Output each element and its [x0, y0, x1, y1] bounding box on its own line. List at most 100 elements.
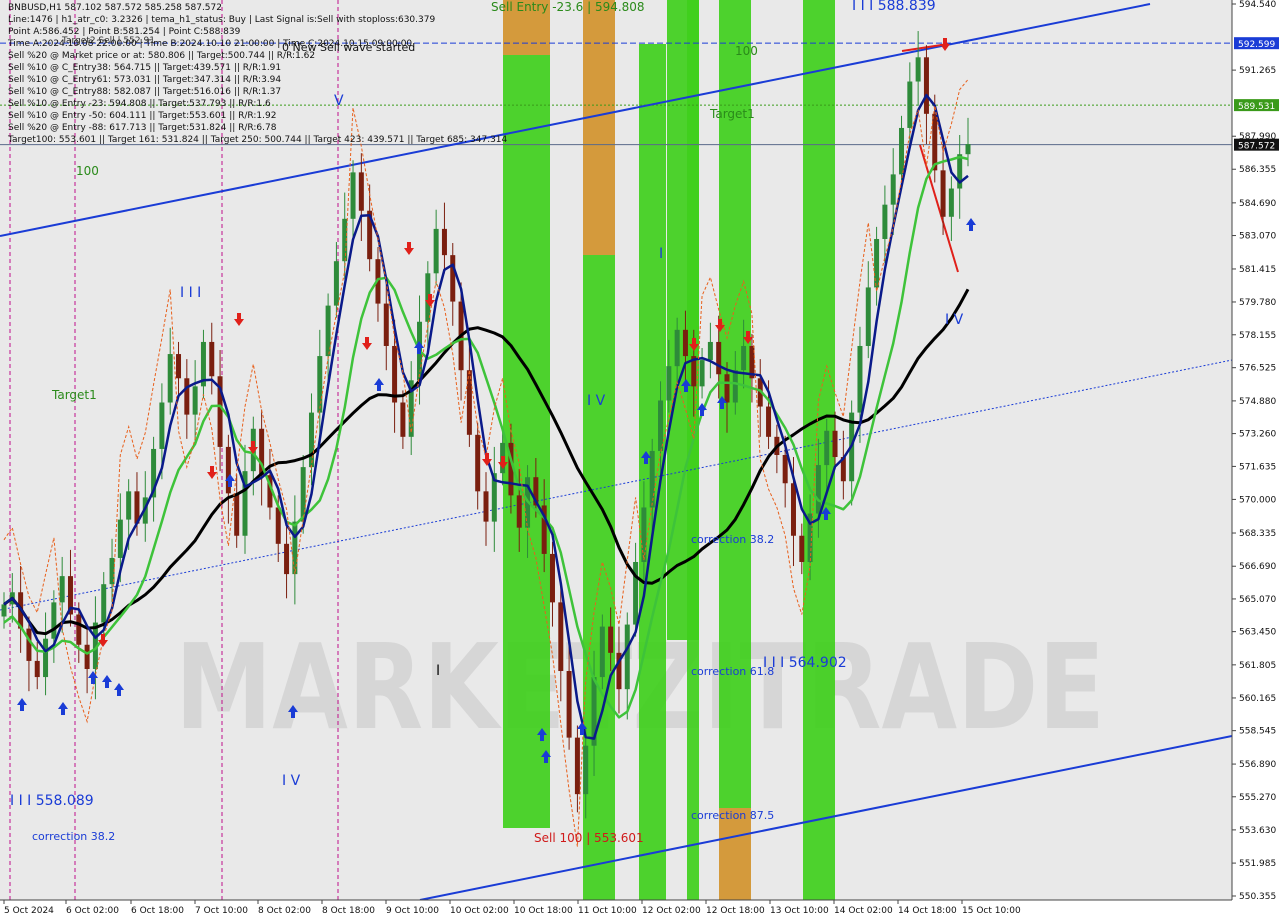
sell-line-1: Sell %20 @ Market price or at: 580.806 |… [8, 51, 316, 61]
candle-body [317, 356, 323, 413]
candle-body [716, 341, 722, 375]
time-tick-label: 14 Oct 18:00 [898, 906, 957, 916]
info-line: Line:1476 | h1_atr_c0: 3.2326 | tema_h1_… [8, 15, 436, 25]
wave-label: I [659, 246, 663, 262]
sell-line-7: Sell %20 @ Entry -88: 617.713 || Target:… [8, 123, 277, 133]
candle-body [475, 434, 481, 492]
targets-line: Target100: 553.601 || Target 161: 531.82… [8, 135, 508, 145]
candle-body [184, 378, 190, 415]
price-tick-label: 584.690 [1239, 199, 1276, 209]
target1-right-label: Target1 [709, 107, 755, 121]
candle-body [284, 543, 290, 575]
wave-label: I V [945, 312, 964, 328]
correction-61-label: correction 61.8 [691, 665, 774, 678]
time-tick-label: 12 Oct 02:00 [642, 906, 701, 916]
candle-body [682, 329, 688, 357]
sell-100-label: Sell 100 | 553.601 [534, 831, 644, 845]
time-tick-label: 7 Oct 10:00 [195, 906, 248, 916]
wave-label: I V [282, 773, 301, 789]
candle-body [176, 354, 182, 379]
signal-zone [503, 0, 550, 828]
candle-body [899, 127, 905, 175]
candle-body [574, 737, 580, 795]
time-tick-label: 10 Oct 02:00 [450, 906, 509, 916]
candle-body [234, 493, 240, 536]
correction-87-label: correction 87.5 [691, 809, 774, 822]
candle-body [790, 483, 796, 536]
price-tick-label: 561.805 [1239, 661, 1276, 671]
signal-zone [583, 0, 615, 255]
time-tick-label: 14 Oct 02:00 [834, 906, 893, 916]
candle-body [76, 614, 82, 645]
candle-body [923, 57, 929, 114]
candle-body [34, 660, 40, 678]
candle-body [400, 402, 406, 437]
candle-body [699, 360, 705, 387]
sell-entry-label: Sell Entry -23.6 | 594.808 [491, 0, 645, 14]
time-tick-label: 11 Oct 10:00 [578, 906, 637, 916]
candle-body [167, 354, 173, 403]
sell-line-2: Sell %10 @ C_Entry38: 564.715 || Target:… [8, 63, 282, 73]
price-tick-label: 551.985 [1239, 859, 1276, 869]
level-100-right: 100 [735, 44, 758, 58]
price-tick-label: 574.880 [1239, 397, 1276, 407]
candle-body [1, 604, 7, 617]
price-tick-label: 553.630 [1239, 826, 1276, 836]
candle-body [516, 495, 522, 528]
price-tick-label: 558.545 [1239, 727, 1276, 737]
candle-body [641, 507, 647, 562]
candle-body [666, 366, 672, 401]
wave-label: I I I 588.839 [852, 0, 936, 14]
candle-body [26, 628, 32, 661]
candle-body [43, 638, 49, 678]
candle-body [383, 303, 389, 346]
candle-body [101, 584, 107, 623]
candle-body [815, 465, 821, 514]
time-tick-label: 8 Oct 18:00 [322, 906, 375, 916]
candle-body [209, 341, 215, 377]
candle-body [483, 491, 489, 522]
price-tick-label: 581.415 [1239, 265, 1276, 275]
price-tick-label: 591.265 [1239, 66, 1276, 76]
candle-body [292, 521, 298, 575]
price-tick-label: 573.260 [1239, 430, 1276, 440]
sell-line-6: Sell %10 @ Entry -50: 604.111 || Target:… [8, 111, 277, 121]
price-tick-label: 579.780 [1239, 298, 1276, 308]
price-tick-label: 583.070 [1239, 232, 1276, 242]
price-tick-label: 586.355 [1239, 165, 1276, 175]
candle-body [433, 228, 439, 274]
price-tag-label: 587.572 [1238, 142, 1275, 152]
candle-body [932, 113, 938, 171]
candle-body [940, 170, 946, 217]
candle-body [466, 370, 472, 435]
candle-body [558, 602, 564, 672]
points-line: Point A:586.452 | Point B:581.254 | Poin… [8, 27, 241, 37]
candle-body [658, 400, 664, 451]
correction-38-left-label: correction 38.2 [32, 830, 115, 843]
candle-body [51, 602, 57, 639]
sell-line-3: Sell %10 @ C_Entry61: 573.031 || Target:… [8, 75, 282, 85]
candle-body [599, 626, 605, 678]
candle-body [624, 624, 630, 690]
candle-body [766, 406, 772, 437]
price-tick-label: 560.165 [1239, 694, 1276, 704]
candle-body [126, 491, 132, 520]
candle-body [549, 553, 555, 603]
candle-body [948, 188, 954, 217]
candle-body [59, 576, 65, 603]
price-tick-label: 570.000 [1239, 495, 1276, 505]
candle-body [857, 345, 863, 413]
signal-zone [719, 0, 751, 900]
time-tick-label: 13 Oct 10:00 [770, 906, 829, 916]
candle-body [782, 454, 788, 484]
price-tick-label: 594.540 [1239, 0, 1276, 10]
candle-body [392, 345, 398, 403]
candle-body [583, 745, 589, 795]
candle-body [350, 172, 356, 219]
candle-body [441, 228, 447, 256]
candle-body [882, 204, 888, 239]
target1-left-label: Target1 [51, 388, 97, 402]
ohlc-legend: BNBUSD,H1 587.102 587.572 585.258 587.57… [8, 3, 222, 13]
candle-body [275, 507, 281, 544]
correction-38-label: correction 38.2 [691, 533, 774, 546]
